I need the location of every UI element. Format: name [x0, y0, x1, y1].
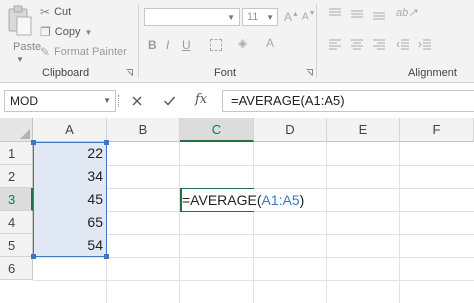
formula-bar-buttons: fx	[121, 90, 219, 112]
copy-label: Copy	[54, 26, 81, 38]
orientation-icon[interactable]: ab↗	[396, 6, 417, 19]
format-painter-label: Format Painter	[54, 46, 127, 58]
column-header-a[interactable]: A	[33, 118, 107, 142]
increase-font-icon[interactable]: A▲	[284, 10, 299, 24]
row-header-4[interactable]: 4	[0, 211, 33, 234]
name-box[interactable]: MOD ▼	[4, 90, 116, 112]
formula-prefix: =AVERAGE(	[182, 192, 262, 208]
name-box-value: MOD	[10, 94, 38, 108]
column-header-f[interactable]: F	[400, 118, 474, 142]
increase-indent-icon[interactable]	[418, 38, 432, 50]
align-top-icon[interactable]	[328, 8, 342, 20]
dialog-launcher-icon[interactable]	[126, 69, 133, 76]
chevron-down-icon: ▼	[16, 55, 24, 64]
paste-button[interactable]: Paste ▼	[4, 4, 41, 64]
cut-button[interactable]: ✂ Cut	[40, 4, 71, 20]
gridline	[179, 142, 180, 303]
borders-icon[interactable]	[210, 39, 222, 51]
chevron-down-icon: ▼	[266, 13, 274, 22]
dialog-launcher-icon[interactable]	[306, 69, 313, 76]
formula-suffix: )	[299, 192, 305, 208]
group-divider	[316, 4, 317, 78]
cell-a2[interactable]: 34	[33, 165, 103, 188]
fill-color-icon[interactable]: ◈	[238, 36, 247, 50]
formula-range-reference: A1:A5	[261, 192, 300, 208]
range-handle[interactable]	[104, 254, 109, 259]
paste-icon	[8, 5, 32, 36]
group-divider	[138, 4, 139, 78]
clipboard-group-label: Clipboard	[42, 67, 90, 79]
insert-function-button[interactable]: fx	[195, 92, 207, 107]
cell-a5[interactable]: 54	[33, 234, 103, 257]
font-group-label: Font	[214, 67, 237, 79]
column-header-e[interactable]: E	[327, 118, 400, 142]
check-icon[interactable]	[163, 95, 176, 107]
align-right-icon[interactable]	[372, 38, 386, 50]
column-header-d[interactable]: D	[254, 118, 327, 142]
row-header-2[interactable]: 2	[0, 165, 33, 188]
cell-c3-formula[interactable]: =AVERAGE(A1:A5)	[182, 189, 307, 211]
cell-a4[interactable]: 65	[33, 211, 103, 234]
chevron-down-icon: ▼	[103, 96, 111, 105]
copy-icon: ❐	[40, 25, 51, 39]
align-left-icon[interactable]	[328, 38, 342, 50]
bold-button[interactable]: B	[148, 38, 157, 52]
row-header-5[interactable]: 5	[0, 234, 33, 257]
format-painter-button[interactable]: ✎ Format Painter	[40, 44, 127, 60]
underline-button[interactable]: U	[182, 38, 191, 52]
align-center-icon[interactable]	[350, 38, 364, 50]
select-all-triangle-icon	[20, 129, 30, 139]
font-color-icon[interactable]: A	[266, 36, 274, 50]
font-size-dropdown[interactable]: 11 ▼	[242, 8, 278, 26]
chevron-down-icon: ▼	[227, 13, 235, 22]
cell-a3[interactable]: 45	[33, 188, 103, 211]
row-header-1[interactable]: 1	[0, 142, 33, 165]
gridline	[326, 142, 327, 303]
align-middle-icon[interactable]	[350, 8, 364, 20]
font-name-dropdown[interactable]: ▼	[144, 8, 240, 26]
formula-input[interactable]: =AVERAGE(A1:A5)	[222, 90, 474, 112]
worksheet-grid: A B C D E F 1 2 3 4 5 6 22 34 45 65 54 =…	[0, 118, 474, 303]
align-bottom-icon[interactable]	[372, 8, 386, 20]
select-all-button[interactable]	[0, 118, 33, 142]
chevron-down-icon: ▼	[84, 27, 93, 37]
column-header-c[interactable]: C	[180, 118, 254, 142]
x-icon[interactable]	[131, 95, 143, 107]
ribbon: Paste ▼ ✂ Cut ❐ Copy ▼ ✎ Format Painter …	[0, 0, 474, 83]
row-header-6[interactable]: 6	[0, 257, 33, 280]
font-size-value: 11	[247, 11, 259, 23]
copy-button[interactable]: ❐ Copy ▼	[40, 24, 92, 40]
gridline	[253, 142, 254, 303]
range-handle[interactable]	[104, 140, 109, 145]
column-header-b[interactable]: B	[107, 118, 180, 142]
scissors-icon: ✂	[40, 5, 51, 19]
paste-label: Paste	[13, 41, 42, 53]
row-header-3[interactable]: 3	[0, 188, 33, 211]
decrease-indent-icon[interactable]	[396, 38, 410, 50]
formula-bar: MOD ▼ fx =AVERAGE(A1:A5)	[0, 88, 474, 114]
cell-a1[interactable]: 22	[33, 142, 103, 165]
gridline	[399, 142, 400, 303]
cut-label: Cut	[54, 6, 72, 18]
decrease-font-icon[interactable]: A▼	[302, 10, 316, 22]
alignment-group-label: Alignment	[408, 67, 457, 79]
italic-button[interactable]: I	[166, 38, 169, 52]
brush-icon: ✎	[40, 45, 51, 59]
